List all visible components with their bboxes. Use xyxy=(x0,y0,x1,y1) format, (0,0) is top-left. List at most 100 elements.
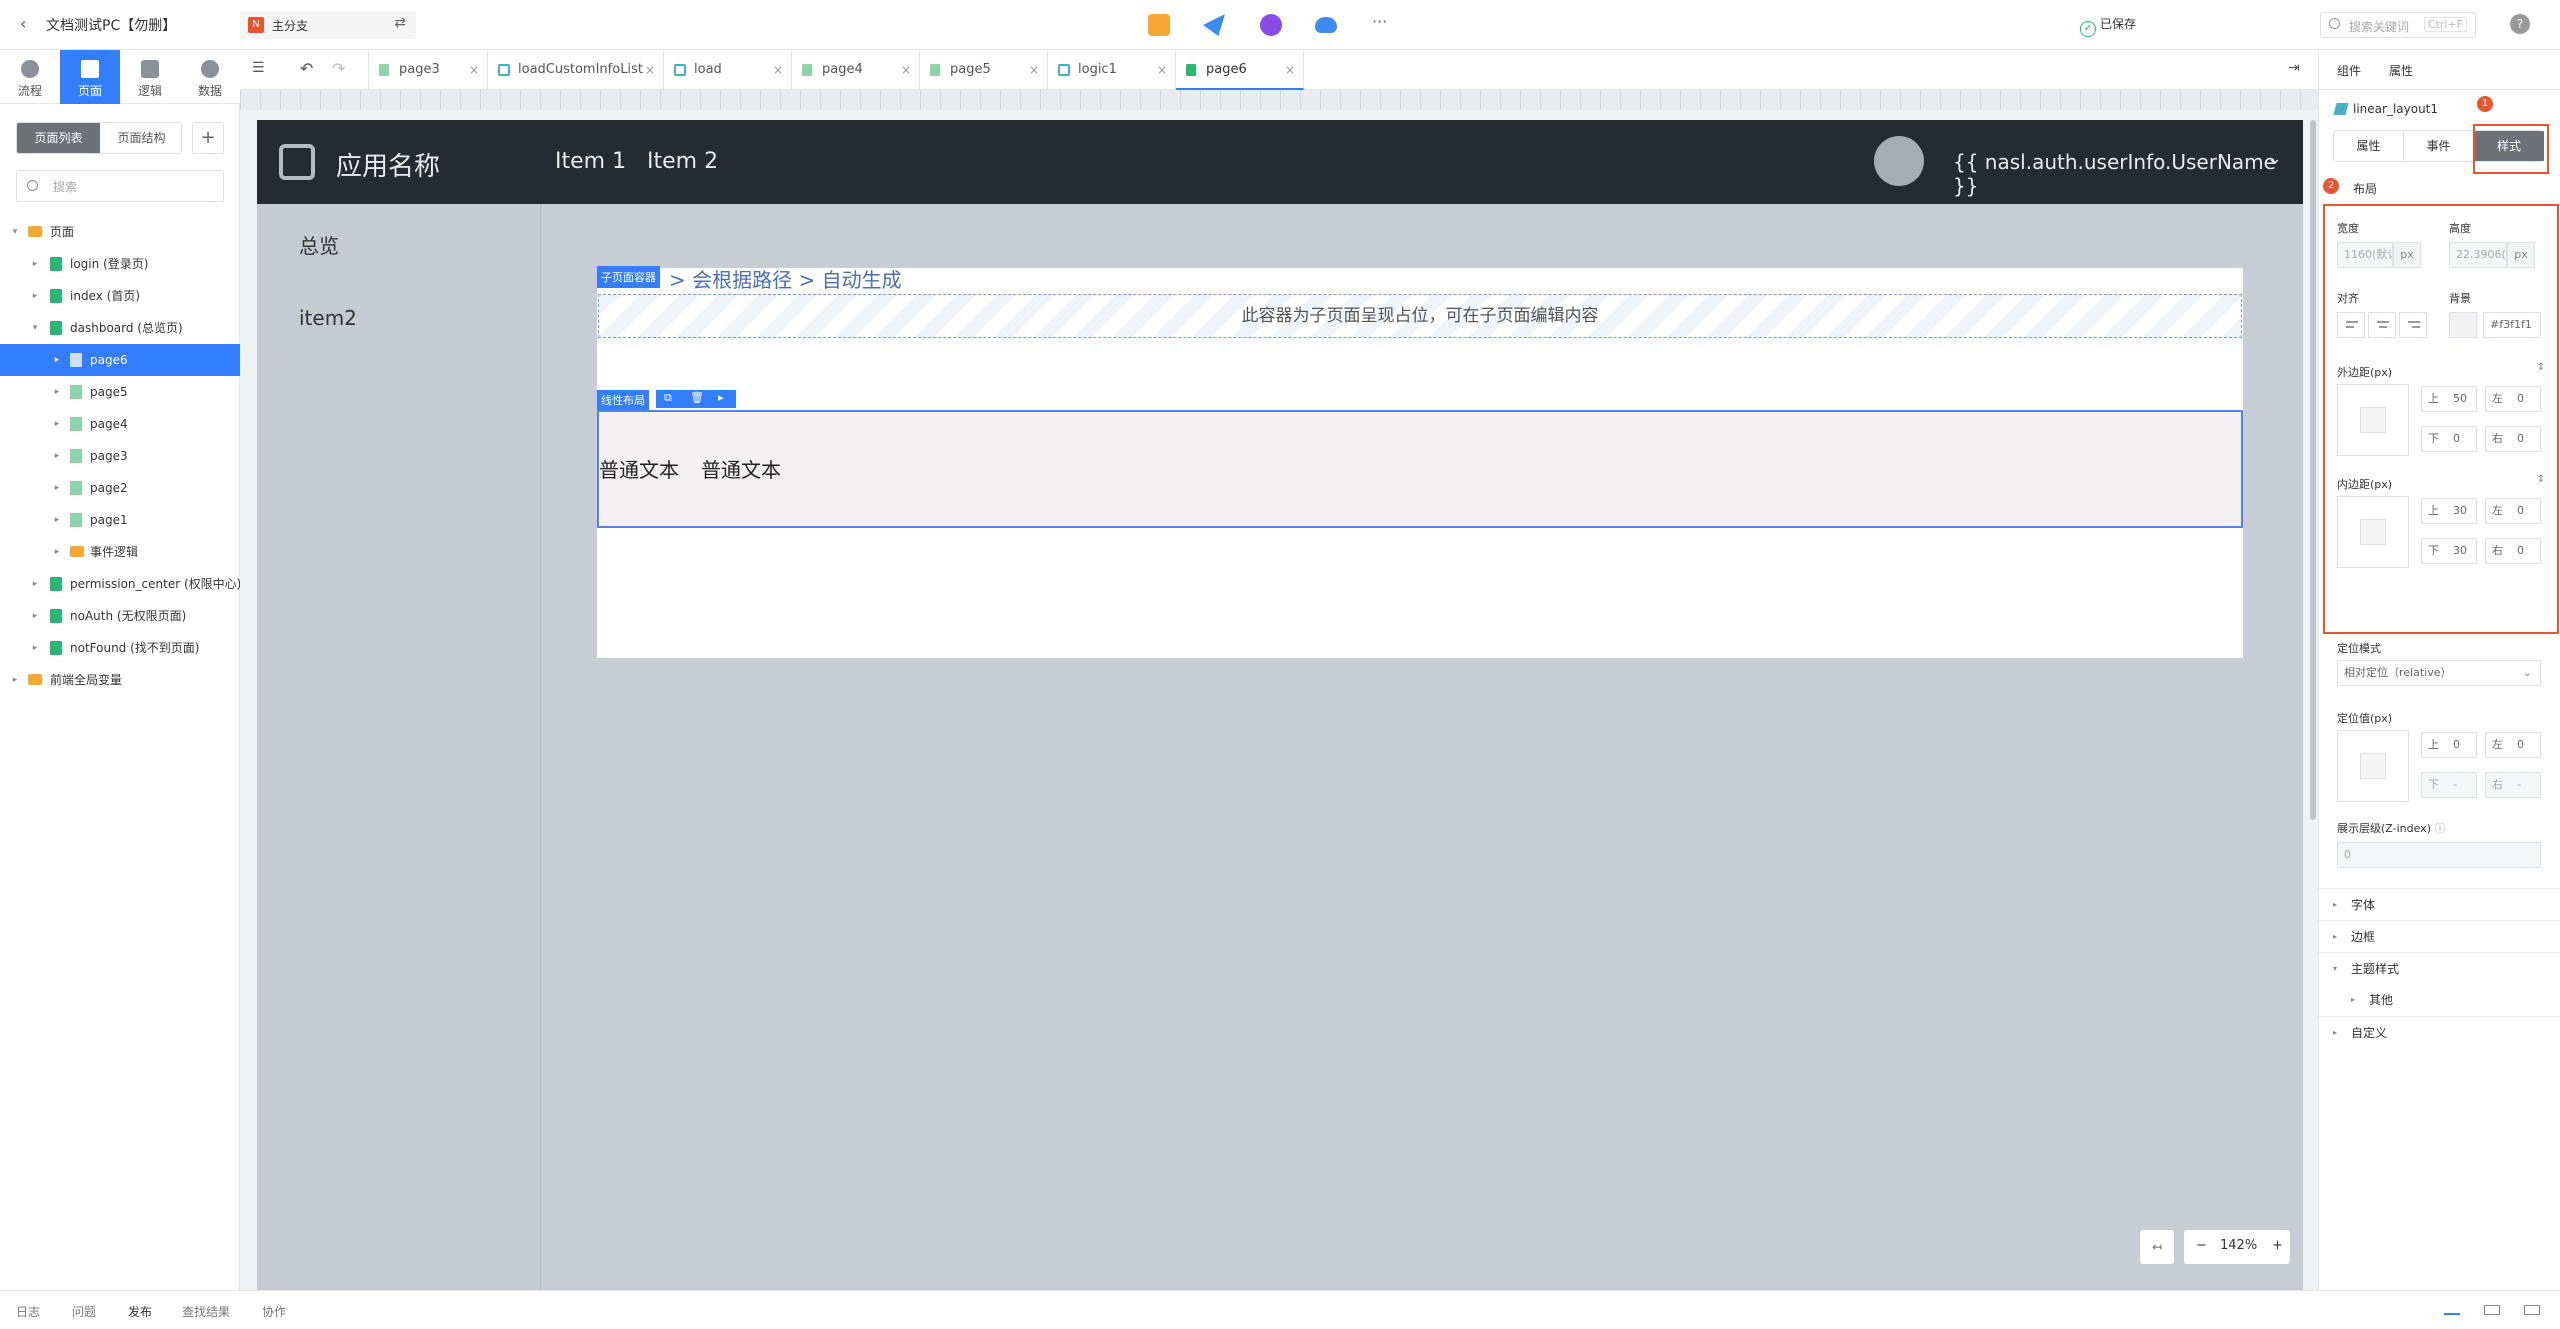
preview-icon[interactable] xyxy=(1148,14,1170,36)
layout-full-icon[interactable] xyxy=(2524,1305,2540,1315)
section-custom[interactable]: ▸ 自定义 xyxy=(2319,1016,2560,1048)
chevron-right-icon[interactable]: ▸ xyxy=(30,600,40,632)
sort-icon[interactable]: ⇕ xyxy=(2537,474,2545,485)
tab-component[interactable]: 组件 xyxy=(2337,62,2361,79)
linear-layout-selected[interactable]: 普通文本 普通文本 xyxy=(597,410,2243,528)
close-icon[interactable]: × xyxy=(1029,50,1039,90)
branch-selector[interactable]: N 主分支 ⇄ xyxy=(240,11,416,39)
help-icon[interactable]: ? xyxy=(2510,14,2530,34)
close-icon[interactable]: × xyxy=(1285,50,1295,90)
section-border[interactable]: ▸ 边框 xyxy=(2319,920,2560,952)
tree-item-permission-center[interactable]: ▸ permission_center (权限中心) xyxy=(0,568,240,600)
margin-right-input[interactable]: 右 0 xyxy=(2485,426,2541,452)
publish-icon[interactable] xyxy=(1203,14,1225,36)
cloud-icon[interactable] xyxy=(1315,17,1337,33)
tree-item-page4[interactable]: ▸ page4 xyxy=(0,408,240,440)
background-swatch[interactable] xyxy=(2449,312,2477,338)
copy-icon[interactable]: ⧉ xyxy=(664,391,672,405)
switch-icon[interactable]: ⇄ xyxy=(394,15,406,31)
collapse-canvas-button[interactable]: ↤ xyxy=(2140,1230,2174,1264)
redo-icon[interactable]: ↷ xyxy=(332,59,345,78)
bottom-tab-find-results[interactable]: 查找结果 xyxy=(182,1303,230,1320)
pos-right-input[interactable]: 右 - xyxy=(2485,772,2541,798)
layout-split-icon[interactable] xyxy=(2484,1305,2500,1315)
nav-item-1[interactable]: Item 1 xyxy=(555,149,626,174)
background-input[interactable]: #f3f1f1 xyxy=(2483,312,2541,338)
margin-top-input[interactable]: 上 50 xyxy=(2421,386,2477,412)
tab-logic1[interactable]: logic1 × xyxy=(1048,50,1176,90)
chevron-down-icon[interactable]: ▾ xyxy=(10,216,20,248)
tab-page5[interactable]: page5 × xyxy=(920,50,1048,90)
delete-icon[interactable]: 🗑 xyxy=(690,391,704,404)
tree-item-notfound[interactable]: ▸ notFound (找不到页面) xyxy=(0,632,240,664)
breadcrumb-text[interactable]: > 会根据路径 > 自动生成 xyxy=(669,264,902,293)
padding-left-input[interactable]: 左 0 xyxy=(2485,498,2541,524)
padding-bottom-input[interactable]: 下 30 xyxy=(2421,538,2477,564)
collapse-sidebar-icon[interactable]: ☰ xyxy=(252,60,265,76)
undo-icon[interactable]: ↶ xyxy=(300,59,313,78)
margin-left-input[interactable]: 左 0 xyxy=(2485,386,2541,412)
text-2[interactable]: 普通文本 xyxy=(701,454,781,483)
side-menu-item-item2[interactable]: item2 xyxy=(299,306,357,330)
expand-panel-icon[interactable]: ⇥ xyxy=(2288,60,2300,76)
close-icon[interactable]: × xyxy=(1157,50,1167,90)
tab-page4[interactable]: page4 × xyxy=(792,50,920,90)
chevron-right-icon[interactable]: ▸ xyxy=(52,440,62,472)
margin-bottom-input[interactable]: 下 0 xyxy=(2421,426,2477,452)
info-icon[interactable]: ⓘ xyxy=(2435,822,2446,835)
back-icon[interactable]: ‹ xyxy=(20,14,26,33)
chevron-right-icon[interactable]: ▸ xyxy=(10,664,20,696)
zoom-in-button[interactable]: + xyxy=(2272,1238,2283,1253)
seg-page-structure[interactable]: 页面结构 xyxy=(100,123,181,153)
height-unit[interactable]: px xyxy=(2507,242,2535,268)
pos-top-input[interactable]: 上 0 xyxy=(2421,732,2477,758)
design-canvas[interactable]: 应用名称 Item 1 Item 2 {{ nasl.auth.userInfo… xyxy=(240,90,2318,1290)
global-search-input[interactable]: 搜索关键词 Ctrl+F xyxy=(2320,12,2476,38)
section-theme-style[interactable]: ▾ 主题样式 xyxy=(2319,952,2560,984)
avatar[interactable] xyxy=(1874,136,1924,186)
chevron-right-icon[interactable]: ▸ xyxy=(52,536,62,568)
chevron-right-icon[interactable]: ▸ xyxy=(52,472,62,504)
forward-icon[interactable] xyxy=(1260,14,1282,36)
chevron-right-icon[interactable]: ▸ xyxy=(52,408,62,440)
section-other[interactable]: ▸ 其他 xyxy=(2319,984,2560,1016)
tree-item-dashboard[interactable]: ▾ dashboard (总览页) xyxy=(0,312,240,344)
tree-search-input[interactable]: 搜索 xyxy=(16,170,224,202)
chevron-right-icon[interactable]: ▸ xyxy=(30,280,40,312)
ptab-events[interactable]: 事件 xyxy=(2404,131,2474,161)
chevron-down-icon[interactable]: ⌄ xyxy=(2267,148,2282,169)
zoom-out-button[interactable]: − xyxy=(2196,1238,2207,1253)
nav-tab-data[interactable]: 数据 xyxy=(180,50,240,104)
chevron-right-icon[interactable]: ▸ xyxy=(52,344,62,376)
vertical-scrollbar[interactable] xyxy=(2310,120,2316,820)
align-right-icon[interactable] xyxy=(2399,312,2427,338)
chevron-right-icon[interactable]: ▸ xyxy=(52,504,62,536)
more-icon[interactable]: ··· xyxy=(1372,12,1387,31)
sub-page-placeholder[interactable]: 此容器为子页面呈现占位，可在子页面编辑内容 xyxy=(598,294,2242,338)
tab-properties[interactable]: 属性 xyxy=(2389,62,2413,79)
nav-tab-logic[interactable]: 逻辑 xyxy=(120,50,180,104)
tree-item-login[interactable]: ▸ login (登录页) xyxy=(0,248,240,280)
tree-item-global-vars[interactable]: ▸ 前端全局变量 xyxy=(0,664,240,696)
sort-icon[interactable]: ⇕ xyxy=(2537,362,2545,373)
section-font[interactable]: ▸ 字体 xyxy=(2319,888,2560,920)
chevron-right-icon[interactable]: ▸ xyxy=(30,568,40,600)
app-header[interactable]: 应用名称 Item 1 Item 2 {{ nasl.auth.userInfo… xyxy=(257,120,2303,204)
tab-load[interactable]: load × xyxy=(664,50,792,90)
height-input[interactable]: 22.3906(默认) xyxy=(2449,242,2507,268)
close-icon[interactable]: × xyxy=(773,50,783,90)
tab-loadcustominfolist[interactable]: loadCustomInfoList × xyxy=(488,50,664,90)
align-center-icon[interactable] xyxy=(2368,312,2396,338)
nav-item-2[interactable]: Item 2 xyxy=(647,149,718,174)
width-input[interactable]: 1160(默认) xyxy=(2337,242,2393,268)
tree-item-page3[interactable]: ▸ page3 xyxy=(0,440,240,472)
bottom-tab-issues[interactable]: 问题 xyxy=(72,1303,96,1320)
tree-item-pages[interactable]: ▾ 页面 xyxy=(0,216,240,248)
zindex-input[interactable]: 0 xyxy=(2337,842,2541,868)
tab-page3[interactable]: page3 × xyxy=(368,50,488,90)
chevron-right-icon[interactable]: ▸ xyxy=(30,248,40,280)
add-page-button[interactable]: + xyxy=(192,122,224,154)
tree-item-page1[interactable]: ▸ page1 xyxy=(0,504,240,536)
position-mode-select[interactable]: 相对定位（relative） ⌄ xyxy=(2337,660,2541,686)
width-unit[interactable]: px xyxy=(2393,242,2421,268)
